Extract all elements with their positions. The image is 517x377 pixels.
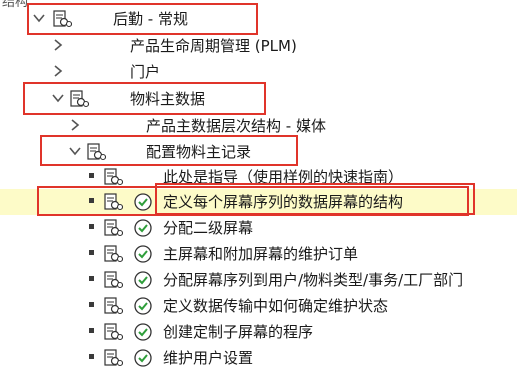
tree-node-label: 产品主数据层次结构 - 媒体 <box>146 117 326 135</box>
execute-clock-icon[interactable] <box>133 270 153 290</box>
annotation-box <box>155 183 475 215</box>
bullet-icon <box>89 328 94 333</box>
img-activity-icon[interactable] <box>103 270 123 290</box>
img-activity-icon[interactable] <box>103 244 123 264</box>
tree-node-label: 产品生命周期管理 (PLM) <box>130 37 297 55</box>
tree-node-label: 分配屏幕序列到用户/物料类型/事务/工厂部门 <box>163 271 464 289</box>
annotation-box <box>27 3 258 35</box>
img-tree: 结构 后勤 - 常规 产品生命周期管理 (PLM) 门户 物料主数据 产品主数据… <box>0 0 517 377</box>
bullet-icon <box>89 354 94 359</box>
chevron-right-icon[interactable] <box>67 117 83 133</box>
execute-clock-icon[interactable] <box>133 244 153 264</box>
tree-node-plm[interactable]: 产品生命周期管理 (PLM) <box>0 33 517 59</box>
execute-clock-icon[interactable] <box>133 348 153 368</box>
execute-clock-icon[interactable] <box>133 218 153 238</box>
tree-node-label: 主屏幕和附加屏幕的维护订单 <box>163 245 359 263</box>
bullet-icon <box>89 302 94 307</box>
tree-node-label: 分配二级屏幕 <box>163 219 254 237</box>
execute-clock-icon[interactable] <box>133 296 153 316</box>
tree-node-label: 创建定制子屏幕的程序 <box>163 323 314 341</box>
img-activity-icon[interactable] <box>103 322 123 342</box>
annotation-box <box>23 82 266 115</box>
tree-node-label: 门户 <box>130 63 161 81</box>
bullet-icon <box>89 250 94 255</box>
tree-leaf-define-maintenance-status[interactable]: 定义数据传输中如何确定维护状态 <box>0 293 517 319</box>
execute-clock-icon[interactable] <box>133 322 153 342</box>
chevron-right-icon[interactable] <box>50 37 66 53</box>
img-activity-icon[interactable] <box>103 348 123 368</box>
tree-leaf-maintain-user-settings[interactable]: 维护用户设置 <box>0 345 517 371</box>
chevron-right-icon[interactable] <box>50 63 66 79</box>
annotation-box <box>40 135 298 166</box>
tree-leaf-assign-secondary-screens[interactable]: 分配二级屏幕 <box>0 215 517 241</box>
bullet-icon <box>89 276 94 281</box>
img-activity-icon[interactable] <box>103 167 123 187</box>
bullet-icon <box>89 224 94 229</box>
img-activity-icon[interactable] <box>103 218 123 238</box>
bullet-icon <box>89 173 94 178</box>
tree-node-label: 维护用户设置 <box>163 349 254 367</box>
tree-leaf-custom-subscreen-program[interactable]: 创建定制子屏幕的程序 <box>0 319 517 345</box>
tree-leaf-maintain-screen-order[interactable]: 主屏幕和附加屏幕的维护订单 <box>0 241 517 267</box>
tree-leaf-assign-screen-sequence[interactable]: 分配屏幕序列到用户/物料类型/事务/工厂部门 <box>0 267 517 293</box>
tree-node-label: 定义数据传输中如何确定维护状态 <box>163 297 389 315</box>
img-activity-icon[interactable] <box>103 296 123 316</box>
